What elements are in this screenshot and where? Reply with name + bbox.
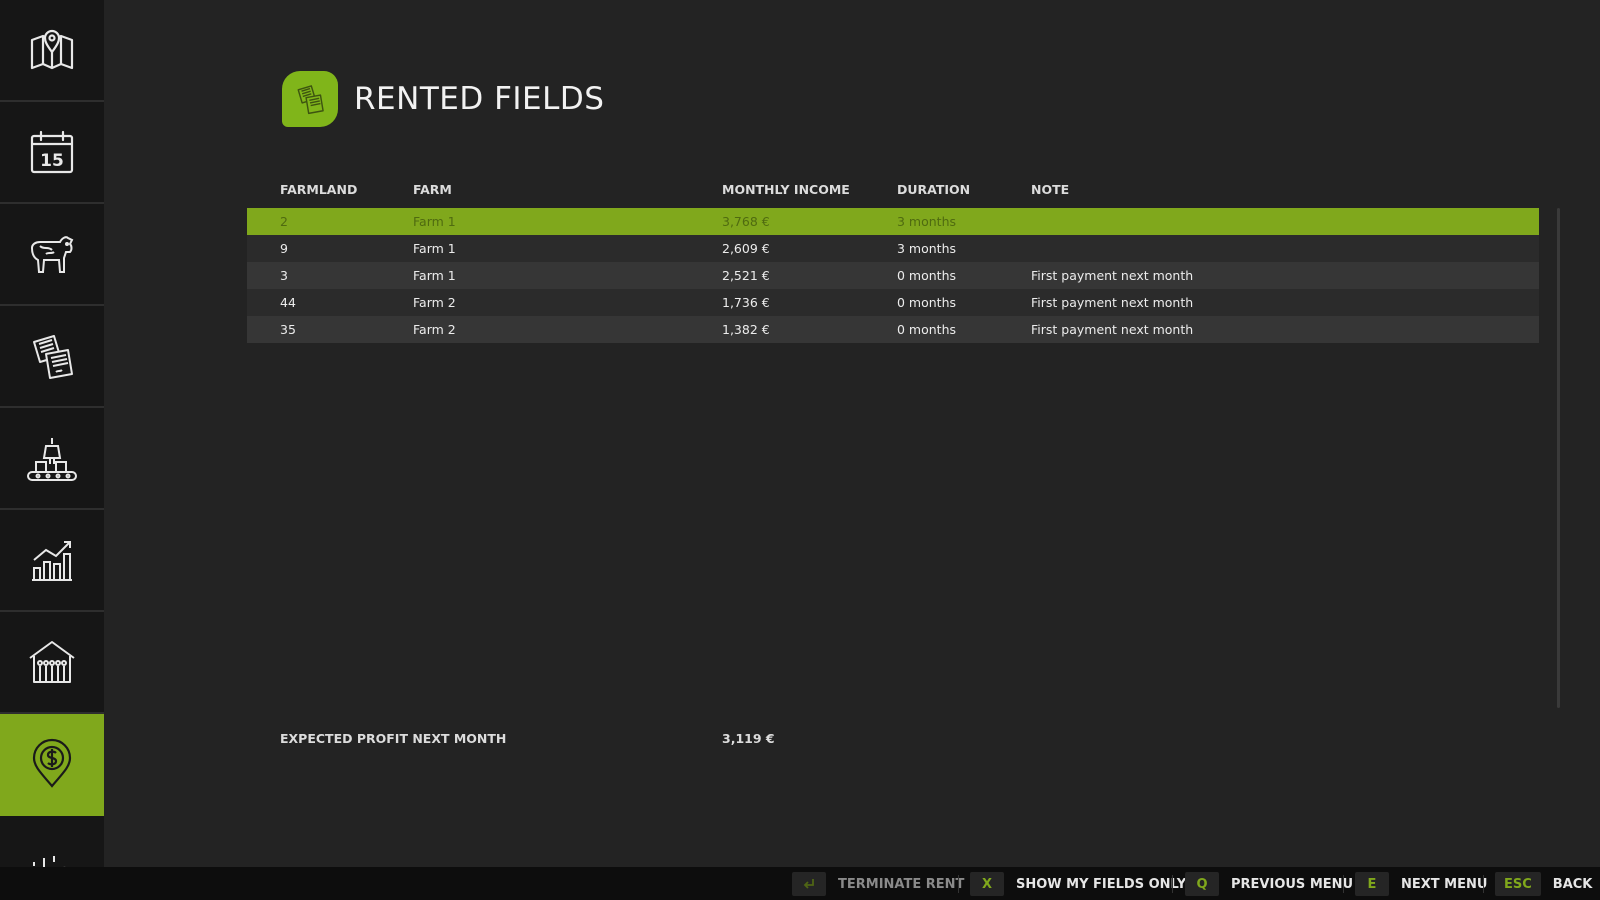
table-header: FARMLAND FARM MONTHLY INCOME DURATION NO… bbox=[247, 178, 1539, 204]
cell-monthly-income: 2,609 € bbox=[722, 241, 770, 256]
sidebar-item-statistics[interactable] bbox=[0, 510, 104, 612]
map-icon bbox=[30, 29, 74, 70]
cell-farm: Farm 1 bbox=[413, 241, 456, 256]
show-my-fields-button[interactable]: X SHOW MY FIELDS ONLY bbox=[970, 871, 1186, 897]
divider bbox=[1343, 875, 1344, 893]
terminate-rent-button[interactable]: TERMINATE RENT bbox=[792, 871, 964, 897]
barn-icon bbox=[29, 641, 75, 683]
cell-monthly-income: 2,521 € bbox=[722, 268, 770, 283]
expected-profit-label: EXPECTED PROFIT NEXT MONTH bbox=[280, 731, 507, 746]
back-label: BACK bbox=[1552, 876, 1593, 892]
next-menu-button[interactable]: E NEXT MENU bbox=[1355, 871, 1487, 897]
column-header-farmland[interactable]: FARMLAND bbox=[280, 182, 357, 197]
cell-farm: Farm 1 bbox=[413, 214, 456, 229]
sidebar-item-contracts[interactable] bbox=[0, 306, 104, 408]
cell-monthly-income: 1,736 € bbox=[722, 295, 770, 310]
documents-icon bbox=[33, 335, 73, 379]
cell-farm: Farm 2 bbox=[413, 322, 456, 337]
key-hint-x: X bbox=[970, 872, 1004, 896]
divider bbox=[1483, 875, 1484, 893]
svg-text:15: 15 bbox=[40, 151, 64, 171]
table-row[interactable]: 35 Farm 2 1,382 € 0 months First payment… bbox=[247, 316, 1539, 343]
column-header-farm[interactable]: FARM bbox=[413, 182, 452, 197]
cell-duration: 0 months bbox=[897, 268, 957, 283]
cell-farmland: 44 bbox=[280, 295, 296, 310]
cow-icon bbox=[30, 236, 74, 273]
key-hint-esc: ESC bbox=[1495, 872, 1541, 896]
documents-icon bbox=[297, 85, 324, 115]
sidebar-item-production[interactable] bbox=[0, 408, 104, 510]
cell-farmland: 35 bbox=[280, 322, 296, 337]
cell-farm: Farm 1 bbox=[413, 268, 456, 283]
cell-duration: 0 months bbox=[897, 322, 957, 337]
cell-farmland: 3 bbox=[280, 268, 288, 283]
divider bbox=[958, 875, 959, 893]
table-row[interactable]: 3 Farm 1 2,521 € 0 months First payment … bbox=[247, 262, 1539, 289]
table-body: 2 Farm 1 3,768 € 3 months 9 Farm 1 2,609… bbox=[247, 208, 1539, 343]
table-row[interactable]: 9 Farm 1 2,609 € 3 months bbox=[247, 235, 1539, 262]
cell-note: First payment next month bbox=[1031, 268, 1194, 283]
production-icon bbox=[27, 438, 77, 481]
statistics-icon bbox=[32, 541, 72, 581]
cell-duration: 0 months bbox=[897, 295, 957, 310]
terminate-rent-label: TERMINATE RENT bbox=[838, 876, 965, 892]
cell-farmland: 2 bbox=[280, 214, 288, 229]
key-hint-q: Q bbox=[1185, 872, 1219, 896]
sidebar-item-farms[interactable] bbox=[0, 612, 104, 714]
back-button[interactable]: ESC BACK bbox=[1495, 871, 1592, 897]
previous-menu-button[interactable]: Q PREVIOUS MENU bbox=[1185, 871, 1353, 897]
money-location-icon bbox=[32, 738, 72, 788]
page-title: RENTED FIELDS bbox=[354, 81, 605, 117]
page-header: RENTED FIELDS bbox=[282, 71, 604, 127]
sidebar-item-animals[interactable] bbox=[0, 204, 104, 306]
cell-note: First payment next month bbox=[1031, 322, 1194, 337]
sidebar-item-rented-fields[interactable] bbox=[0, 714, 104, 816]
cell-note: First payment next month bbox=[1031, 295, 1194, 310]
cell-monthly-income: 3,768 € bbox=[722, 214, 770, 229]
cell-duration: 3 months bbox=[897, 241, 957, 256]
header-icon-badge bbox=[282, 71, 338, 127]
sidebar-item-map[interactable] bbox=[0, 0, 104, 102]
next-menu-label: NEXT MENU bbox=[1401, 876, 1488, 892]
enter-icon bbox=[803, 879, 814, 889]
cell-monthly-income: 1,382 € bbox=[722, 322, 770, 337]
key-hint-e: E bbox=[1355, 872, 1389, 896]
column-header-duration[interactable]: DURATION bbox=[897, 182, 970, 197]
table-scrollbar[interactable] bbox=[1557, 208, 1560, 708]
column-header-note[interactable]: NOTE bbox=[1031, 182, 1069, 197]
table-row[interactable]: 44 Farm 2 1,736 € 0 months First payment… bbox=[247, 289, 1539, 316]
cell-duration: 3 months bbox=[897, 214, 957, 229]
show-my-fields-label: SHOW MY FIELDS ONLY bbox=[1016, 876, 1187, 892]
sidebar-item-settings[interactable] bbox=[0, 816, 104, 867]
settings-icon bbox=[33, 856, 66, 867]
expected-profit-value: 3,119 € bbox=[722, 731, 775, 746]
key-hint-enter bbox=[792, 872, 826, 896]
cell-farmland: 9 bbox=[280, 241, 288, 256]
sidebar: 15 bbox=[0, 0, 104, 867]
divider bbox=[1172, 875, 1173, 893]
rented-fields-table: FARMLAND FARM MONTHLY INCOME DURATION NO… bbox=[247, 178, 1539, 343]
table-row[interactable]: 2 Farm 1 3,768 € 3 months bbox=[247, 208, 1539, 235]
column-header-monthly-income[interactable]: MONTHLY INCOME bbox=[722, 182, 850, 197]
previous-menu-label: PREVIOUS MENU bbox=[1231, 876, 1354, 892]
cell-farm: Farm 2 bbox=[413, 295, 456, 310]
sidebar-item-calendar[interactable]: 15 bbox=[0, 102, 104, 204]
calendar-icon: 15 bbox=[30, 130, 74, 174]
bottom-action-bar: TERMINATE RENT X SHOW MY FIELDS ONLY Q P… bbox=[0, 867, 1600, 900]
